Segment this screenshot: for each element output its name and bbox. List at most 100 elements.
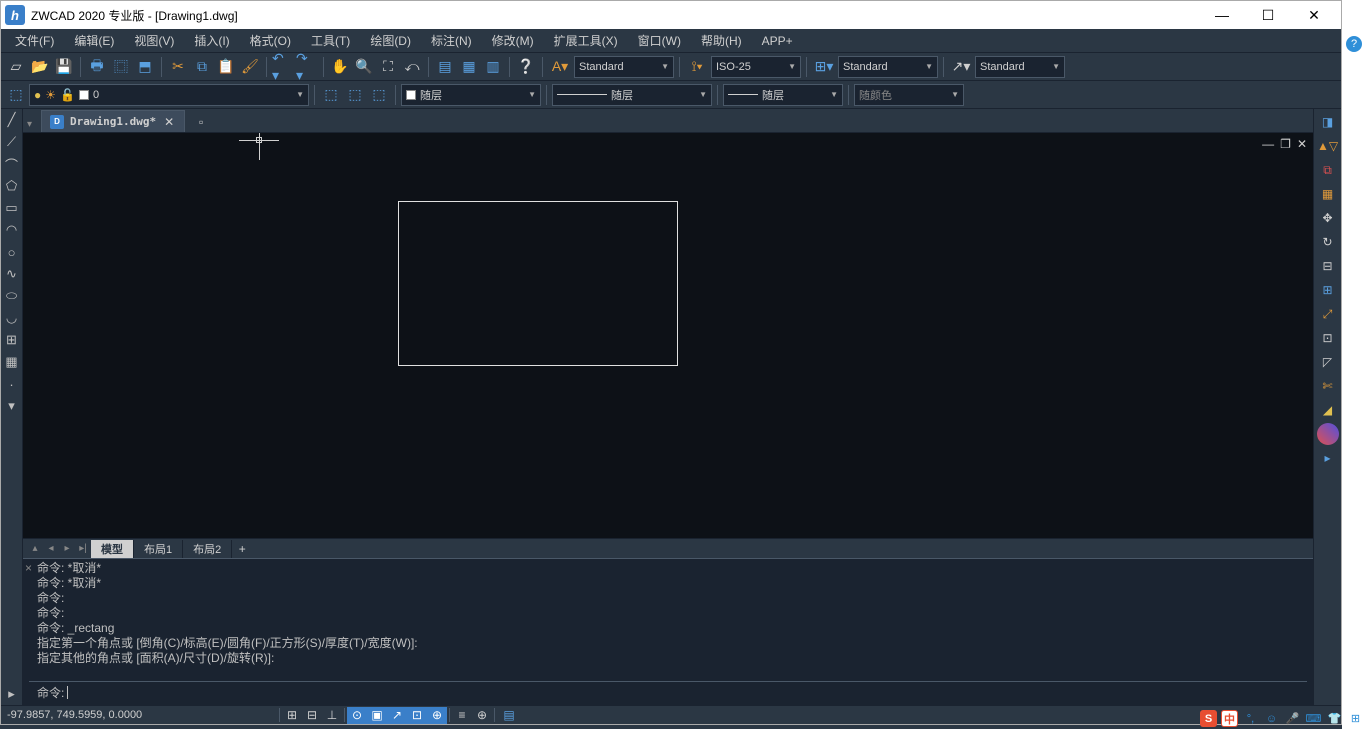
- print-icon[interactable]: 🖶: [86, 56, 108, 78]
- drawing-canvas[interactable]: — ❐ ✕: [23, 133, 1313, 538]
- break-icon[interactable]: ⊡: [1317, 327, 1339, 349]
- grid-toggle[interactable]: ⊟: [302, 707, 322, 724]
- polar-toggle[interactable]: ⊙: [347, 707, 367, 724]
- array-icon[interactable]: ▦: [1317, 183, 1339, 205]
- block-icon[interactable]: ⊞: [3, 331, 21, 349]
- layer-iso-icon[interactable]: ⬚: [344, 84, 366, 106]
- ime-chinese-icon[interactable]: 中: [1221, 710, 1238, 727]
- color-combo[interactable]: 随层 ▼: [401, 84, 541, 106]
- model-toggle[interactable]: ▤: [497, 707, 521, 724]
- line-icon[interactable]: ╱: [3, 111, 21, 129]
- doc-minimize-icon[interactable]: —: [1262, 137, 1274, 151]
- command-input-row[interactable]: 命令:: [29, 681, 1307, 703]
- layer-off-icon[interactable]: ⬚: [368, 84, 390, 106]
- table-style-combo[interactable]: Standard▼: [838, 56, 938, 78]
- circle-icon[interactable]: ○: [3, 243, 21, 261]
- arc2-icon[interactable]: ◠: [3, 221, 21, 239]
- ime-keyboard-icon[interactable]: ⌨: [1305, 710, 1322, 727]
- layout-tab-1[interactable]: 布局1: [134, 540, 183, 558]
- pan-icon[interactable]: ✋: [329, 56, 351, 78]
- zoom-window-icon[interactable]: ⛶: [377, 56, 399, 78]
- linetype-combo[interactable]: 随层 ▼: [552, 84, 712, 106]
- chamfer-icon[interactable]: ◸: [1317, 351, 1339, 373]
- help-icon[interactable]: ❔: [515, 56, 537, 78]
- menu-app[interactable]: APP+: [752, 30, 803, 52]
- otrack-toggle[interactable]: ↗: [387, 707, 407, 724]
- properties-icon[interactable]: ▤: [434, 56, 456, 78]
- table-style-icon[interactable]: ⊞▾: [812, 56, 836, 78]
- more-icon[interactable]: ▾: [3, 397, 21, 415]
- mleader-style-combo[interactable]: Standard▼: [975, 56, 1065, 78]
- layout-tab-add[interactable]: +: [232, 542, 252, 556]
- ime-settings-icon[interactable]: ⊞: [1347, 710, 1364, 727]
- new-tab-button[interactable]: ▫: [187, 112, 215, 132]
- spline-icon[interactable]: ∿: [3, 265, 21, 283]
- ime-punct-icon[interactable]: °,: [1242, 710, 1259, 727]
- dccenter-icon[interactable]: ▦: [458, 56, 480, 78]
- extend-icon[interactable]: ⊞: [1317, 279, 1339, 301]
- polyline-icon[interactable]: ⟋: [3, 133, 21, 151]
- layer-combo[interactable]: ● ☀ 🔓 0 ▼: [29, 84, 309, 106]
- open-icon[interactable]: 📂: [29, 56, 51, 78]
- menu-view[interactable]: 视图(V): [124, 30, 184, 52]
- tab-nav-first-icon[interactable]: ▴: [27, 540, 43, 558]
- rectangle-icon[interactable]: ▭: [3, 199, 21, 217]
- new-icon[interactable]: ▱: [5, 56, 27, 78]
- preview-icon[interactable]: ⿴: [110, 56, 132, 78]
- rotate-icon[interactable]: ↻: [1317, 231, 1339, 253]
- paste-icon[interactable]: 📋: [215, 56, 237, 78]
- help-bubble-icon[interactable]: ?: [1346, 36, 1362, 52]
- text-style-combo[interactable]: Standard▼: [574, 56, 674, 78]
- scale-icon[interactable]: ⤢: [1317, 303, 1339, 325]
- layout-tab-model[interactable]: 模型: [91, 540, 134, 558]
- fillet-icon[interactable]: ◢: [1317, 399, 1339, 421]
- gradient-icon[interactable]: [1317, 423, 1339, 445]
- menu-window[interactable]: 窗口(W): [628, 30, 691, 52]
- explode-icon[interactable]: ✄: [1317, 375, 1339, 397]
- cycle-toggle[interactable]: ⊕: [472, 707, 492, 724]
- document-tab[interactable]: D Drawing1.dwg* ✕: [41, 110, 185, 132]
- window-maximize-button[interactable]: ☐: [1245, 1, 1291, 29]
- window-minimize-button[interactable]: —: [1199, 1, 1245, 29]
- menu-help[interactable]: 帮助(H): [691, 30, 752, 52]
- menu-file[interactable]: 文件(F): [5, 30, 64, 52]
- layer-manager-icon[interactable]: ⬚: [5, 84, 27, 106]
- mleader-style-icon[interactable]: ↗▾: [949, 56, 973, 78]
- menu-modify[interactable]: 修改(M): [482, 30, 544, 52]
- menu-insert[interactable]: 插入(I): [184, 30, 239, 52]
- menu-dimension[interactable]: 标注(N): [421, 30, 482, 52]
- dyn-toggle[interactable]: ⊕: [427, 707, 447, 724]
- point-icon[interactable]: ·: [3, 375, 21, 393]
- mirror-icon[interactable]: ▲▽: [1317, 135, 1339, 157]
- lineweight-combo[interactable]: 随层 ▼: [723, 84, 843, 106]
- polygon-icon[interactable]: ⬠: [3, 177, 21, 195]
- layer-prev-icon[interactable]: ⬚: [320, 84, 342, 106]
- dim-style-icon[interactable]: ⟟▾: [685, 56, 709, 78]
- move-icon[interactable]: ✥: [1317, 207, 1339, 229]
- cmd-close-icon[interactable]: ×: [25, 561, 32, 575]
- arc-icon[interactable]: ⌒: [3, 155, 21, 173]
- menu-format[interactable]: 格式(O): [240, 30, 301, 52]
- lwt-toggle[interactable]: ⊡: [407, 707, 427, 724]
- save-icon[interactable]: 💾: [53, 56, 75, 78]
- layout-tab-2[interactable]: 布局2: [183, 540, 232, 558]
- undo-icon[interactable]: ↶ ▾: [272, 56, 294, 78]
- doc-close-icon[interactable]: ✕: [1297, 137, 1307, 151]
- command-history[interactable]: 命令: *取消* 命令: *取消* 命令: 命令: 命令: _rectang 指…: [29, 561, 1307, 681]
- ortho-toggle[interactable]: ⊥: [322, 707, 342, 724]
- zoom-realtime-icon[interactable]: 🔍: [353, 56, 375, 78]
- snap-toggle[interactable]: ⊞: [282, 707, 302, 724]
- lw-toggle[interactable]: ≡: [452, 707, 472, 724]
- ime-emoji-icon[interactable]: ☺: [1263, 710, 1280, 727]
- redo-icon[interactable]: ↷ ▾: [296, 56, 318, 78]
- dim-style-combo[interactable]: ISO-25▼: [711, 56, 801, 78]
- ime-mic-icon[interactable]: 🎤: [1284, 710, 1301, 727]
- sogou-ime-icon[interactable]: S: [1200, 710, 1217, 727]
- menu-express[interactable]: 扩展工具(X): [544, 30, 628, 52]
- more-modify-icon[interactable]: ▸: [1317, 447, 1339, 469]
- text-style-icon[interactable]: A▾: [548, 56, 572, 78]
- menu-tools[interactable]: 工具(T): [301, 30, 360, 52]
- ime-skin-icon[interactable]: 👕: [1326, 710, 1343, 727]
- tab-nav-prev-icon[interactable]: ◂: [43, 540, 59, 558]
- coordinates-readout[interactable]: -97.9857, 749.5959, 0.0000: [7, 709, 277, 721]
